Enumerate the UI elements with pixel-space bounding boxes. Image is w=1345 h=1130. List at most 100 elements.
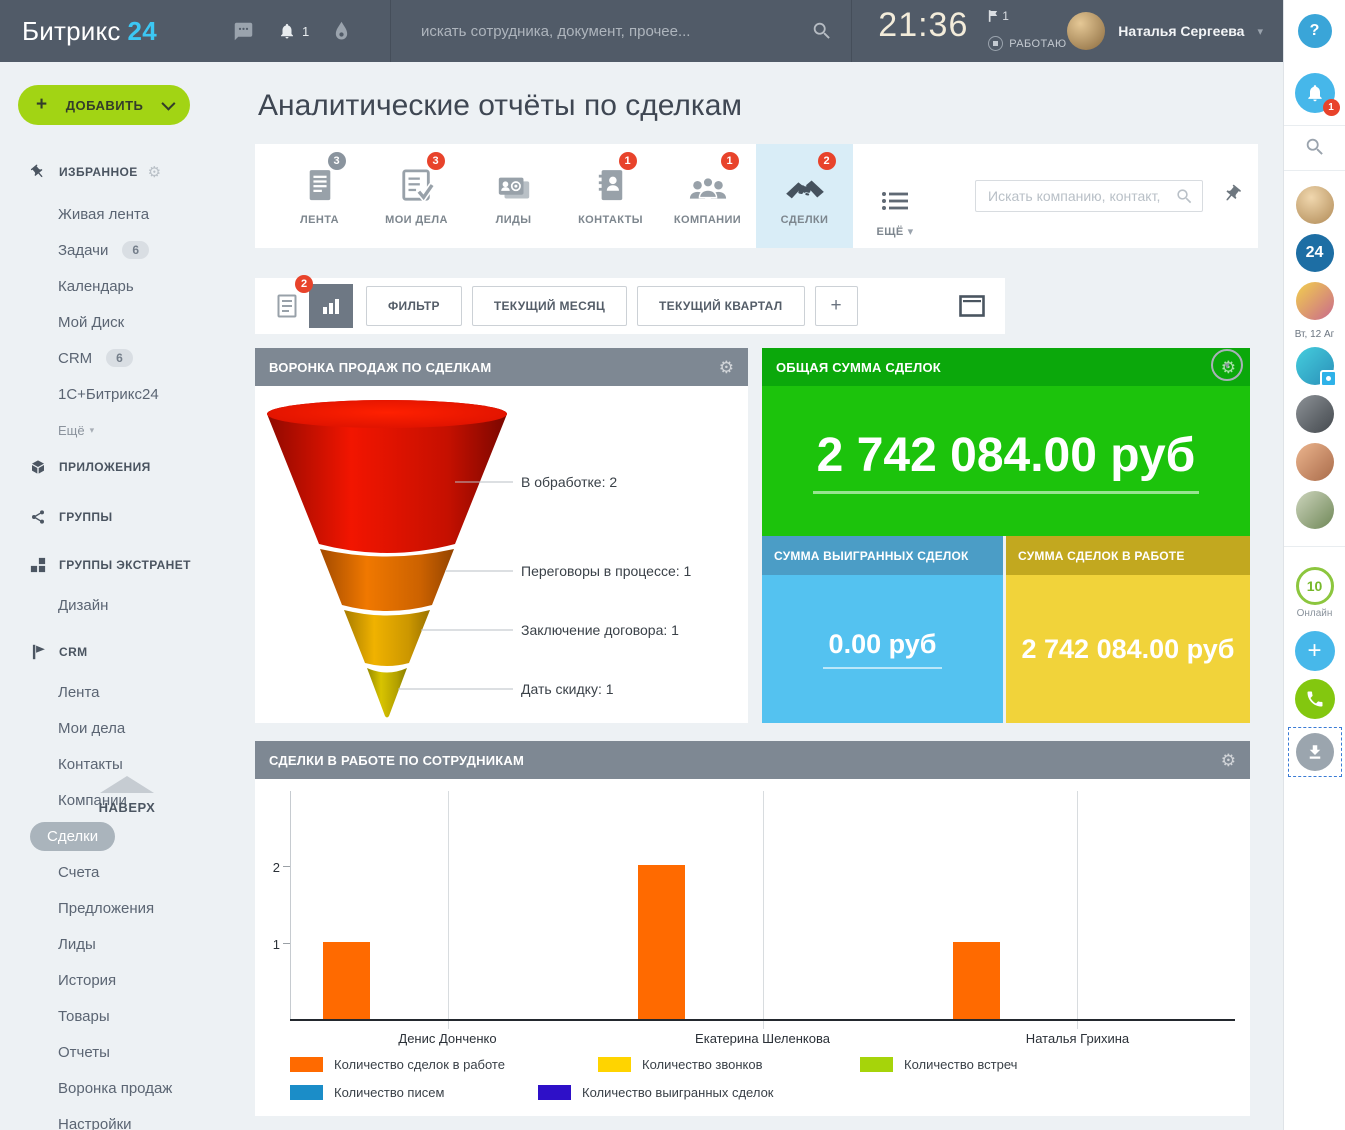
legend-item: Количество сделок в работе <box>290 1057 598 1072</box>
bar[interactable] <box>323 942 370 1019</box>
bell-icon <box>1305 82 1325 104</box>
layout-window-icon[interactable] <box>959 295 985 317</box>
search-icon[interactable] <box>811 20 833 42</box>
help-button[interactable]: ? <box>1298 14 1332 48</box>
chart-view-button[interactable] <box>309 284 353 328</box>
notifications-button[interactable]: 1 <box>1295 73 1335 113</box>
work-status[interactable]: РАБОТАЮ <box>988 36 1066 51</box>
bar[interactable] <box>638 865 685 1019</box>
logo[interactable]: Битрикс 24 <box>0 0 233 62</box>
notifications-bell-icon[interactable]: 1 <box>278 21 309 41</box>
avatar[interactable] <box>1296 395 1334 433</box>
chat-icon[interactable] <box>233 21 254 42</box>
sidebar-item-quotes[interactable]: Предложения <box>0 890 240 926</box>
sidebar-item-crm[interactable]: CRM6 <box>0 340 240 376</box>
user-menu[interactable]: Наталья Сергеева ▾ <box>1067 0 1283 62</box>
sidebar-item-invoices[interactable]: Счета <box>0 854 240 890</box>
sidebar-item-settings[interactable]: Настройки <box>0 1106 240 1130</box>
download-button[interactable] <box>1296 733 1334 771</box>
tab-contacts[interactable]: 1 КОНТАКТЫ <box>562 144 659 248</box>
employee-widget-header: СДЕЛКИ В РАБОТЕ ПО СОТРУДНИКАМ ⚙ <box>255 741 1250 779</box>
funnel-stage-label: В обработке: 2 <box>521 474 617 490</box>
funnel-stage-label: Переговоры в процессе: 1 <box>521 563 691 579</box>
in-progress-deals-value: 2 742 084.00 руб <box>1022 634 1235 665</box>
report-list-icon <box>277 294 297 318</box>
tab-feed[interactable]: 3 ЛЕНТА <box>271 144 368 248</box>
gridline <box>448 791 449 1029</box>
gear-icon[interactable]: ⚙ <box>1221 752 1236 769</box>
crm-section-header[interactable]: CRM <box>28 643 240 661</box>
add-button-label: ДОБАВИТЬ <box>47 98 162 113</box>
sidebar-item-crm-feed[interactable]: Лента <box>0 674 240 710</box>
user-avatar[interactable] <box>1067 12 1105 50</box>
page-title: Аналитические отчёты по сделкам <box>258 89 1283 123</box>
extranet-header[interactable]: ГРУППЫ ЭКСТРАНЕТ <box>28 556 240 574</box>
won-widget-header: СУММА ВЫИГРАННЫХ СДЕЛОК <box>762 536 1003 575</box>
bitrix24-badge[interactable]: 24 <box>1296 234 1334 272</box>
legend-swatch <box>598 1057 631 1072</box>
won-deals-value[interactable]: 0.00 руб <box>823 629 943 669</box>
pin-icon <box>28 164 48 180</box>
employee-chart: Денис ДонченкоЕкатерина ШеленковаНаталья… <box>255 779 1250 1116</box>
current-quarter-button[interactable]: ТЕКУЩИЙ КВАРТАЛ <box>637 286 804 326</box>
avatar[interactable] <box>1296 347 1334 385</box>
add-filter-button[interactable]: + <box>815 286 858 326</box>
total-deals-value[interactable]: 2 742 084.00 руб <box>813 428 1200 494</box>
my-activities-badge: 3 <box>427 152 445 170</box>
worktime-clock[interactable]: 21:36 1 РАБОТАЮ <box>851 0 1067 62</box>
sidebar-item-calendar[interactable]: Календарь <box>0 268 240 304</box>
sidebar-item-my-drive[interactable]: Мой Диск <box>0 304 240 340</box>
avatar[interactable] <box>1296 186 1334 224</box>
filter-button[interactable]: ФИЛЬТР <box>366 286 462 326</box>
add-button[interactable]: + ДОБАВИТЬ <box>18 85 190 125</box>
y-axis-tick <box>283 866 290 867</box>
funnel-widget-title: ВОРОНКА ПРОДАЖ ПО СДЕЛКАМ <box>269 360 491 375</box>
sidebar-item-history[interactable]: История <box>0 962 240 998</box>
tab-leads[interactable]: ЛИДЫ <box>465 144 562 248</box>
sidebar-item-leads[interactable]: Лиды <box>0 926 240 962</box>
current-month-button[interactable]: ТЕКУЩИЙ МЕСЯЦ <box>472 286 627 326</box>
sidebar-item-more[interactable]: Ещё▾ <box>0 412 240 448</box>
invite-button[interactable]: + <box>1295 631 1335 671</box>
sidebar-item-products[interactable]: Товары <box>0 998 240 1034</box>
funnel-stage-label: Заключение договора: 1 <box>521 622 679 638</box>
phone-button[interactable] <box>1295 679 1335 719</box>
notifications-count: 1 <box>302 24 309 39</box>
gear-icon[interactable]: ⚙ <box>148 165 161 180</box>
bar-category-label: Наталья Грихина <box>1026 1031 1129 1046</box>
search-icon[interactable] <box>1175 187 1194 206</box>
sidebar-item-1c-bitrix24[interactable]: 1С+Битрикс24 <box>0 376 240 412</box>
avatar[interactable] <box>1296 282 1334 320</box>
pulse-drop-icon[interactable] <box>333 21 350 41</box>
y-axis-tick <box>283 943 290 944</box>
tab-my-activities[interactable]: 3 МОИ ДЕЛА <box>368 144 465 248</box>
avatar[interactable] <box>1296 491 1334 529</box>
sidebar-item-my-activities[interactable]: Мои дела <box>0 710 240 746</box>
funnel-svg <box>255 386 748 723</box>
collapse-widgets-button[interactable]: ▾ <box>1211 349 1243 381</box>
sidebar-item-design[interactable]: Дизайн <box>0 587 240 623</box>
online-count-button[interactable]: 10 <box>1296 567 1334 605</box>
scroll-top-button[interactable]: НАВЕРХ <box>95 776 159 815</box>
tab-deals[interactable]: 2 СДЕЛКИ <box>756 144 853 248</box>
sidebar-item-reports[interactable]: Отчеты <box>0 1034 240 1070</box>
right-rail: ? 1 24 Вт, 12 Аг 10 Онлайн + <box>1283 0 1345 1130</box>
sidebar-item-deals[interactable]: Сделки <box>0 818 240 854</box>
tab-more[interactable]: ЕЩЁ▾ <box>853 144 937 248</box>
camera-badge-icon <box>1320 370 1337 387</box>
deals-by-employee-widget: СДЕЛКИ В РАБОТЕ ПО СОТРУДНИКАМ ⚙ Денис Д… <box>255 741 1250 1116</box>
avatar[interactable] <box>1296 443 1334 481</box>
pin-icon[interactable] <box>1222 184 1242 204</box>
sidebar-item-live-feed[interactable]: Живая лента <box>0 196 240 232</box>
global-search-input[interactable] <box>419 22 811 41</box>
sidebar-item-tasks[interactable]: Задачи6 <box>0 232 240 268</box>
search-icon[interactable] <box>1304 136 1326 158</box>
bar[interactable] <box>953 942 1000 1019</box>
tab-companies[interactable]: 1 КОМПАНИИ <box>659 144 756 248</box>
gear-icon[interactable]: ⚙ <box>719 359 734 376</box>
entity-search-input[interactable] <box>986 187 1175 205</box>
groups-header[interactable]: ГРУППЫ <box>28 508 240 526</box>
apps-header[interactable]: ПРИЛОЖЕНИЯ <box>28 458 240 476</box>
sidebar-item-sales-funnel[interactable]: Воронка продаж <box>0 1070 240 1106</box>
funnel-widget-header: ВОРОНКА ПРОДАЖ ПО СДЕЛКАМ ⚙ <box>255 348 748 386</box>
